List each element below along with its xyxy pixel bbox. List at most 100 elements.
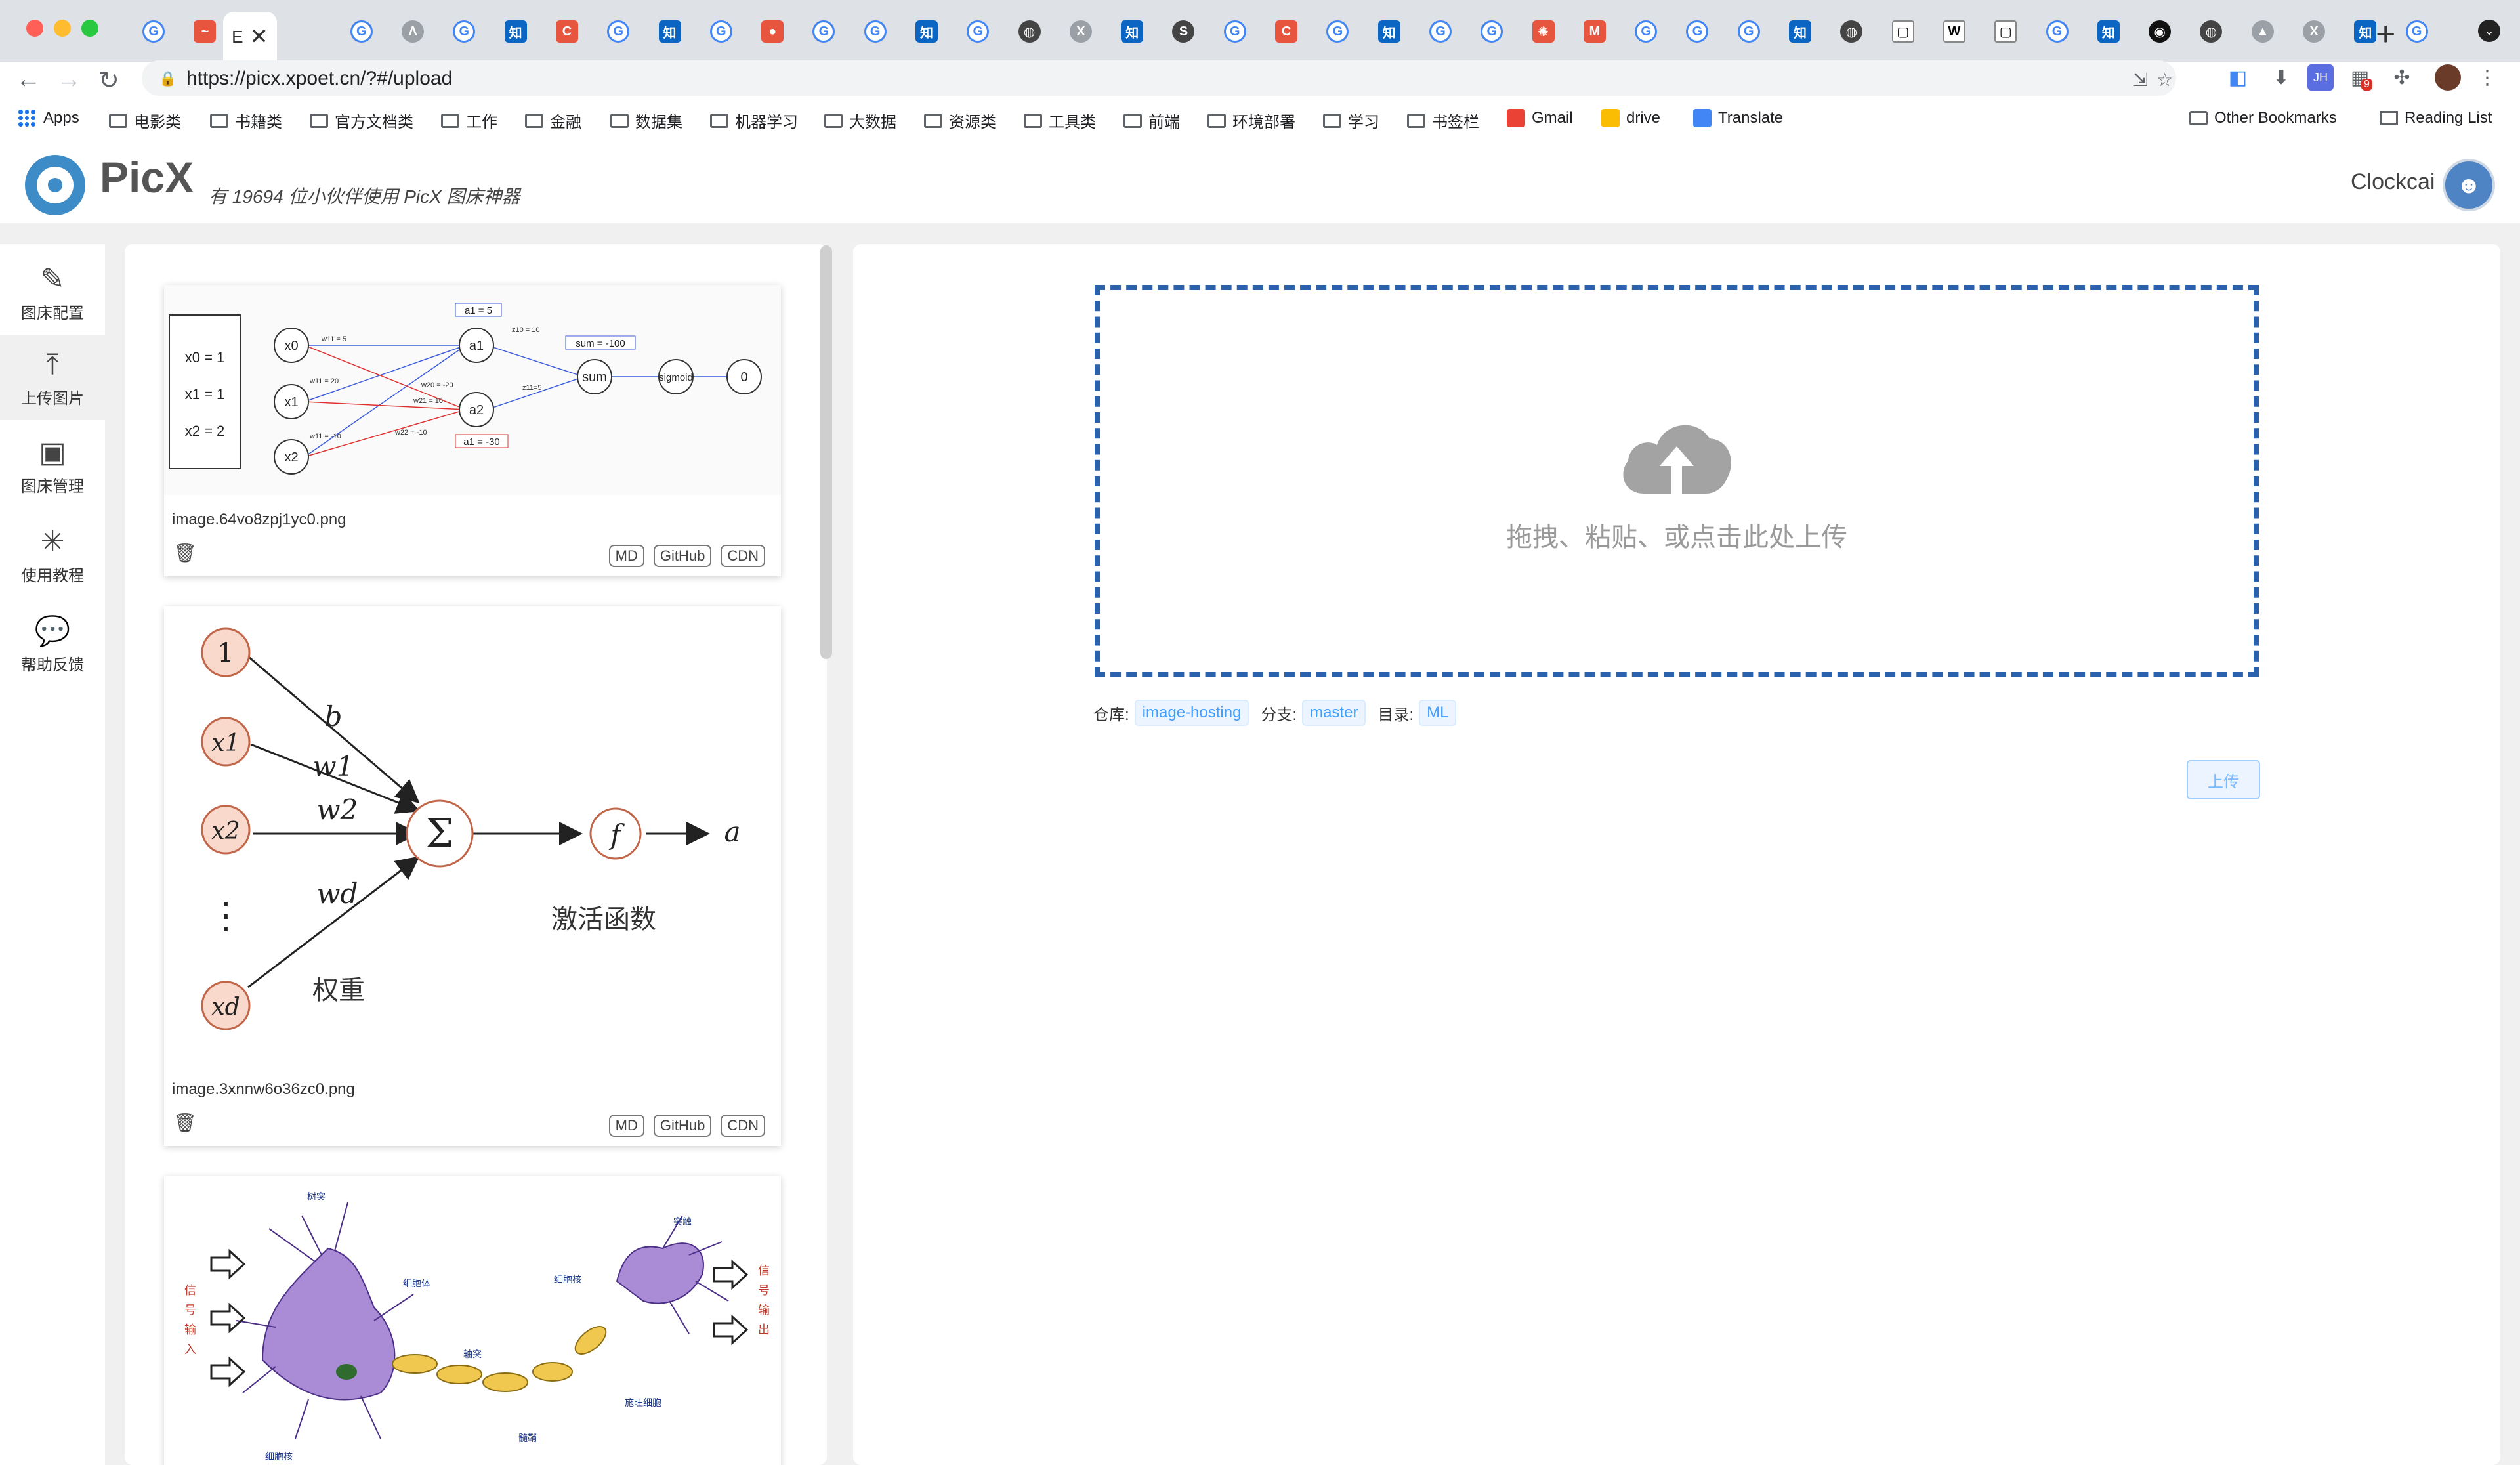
sidebar-item-tutorial[interactable]: ✳ 使用教程 (0, 512, 105, 597)
tab[interactable]: ◍ (1826, 17, 1877, 46)
sidebar-item-image-hosting-config[interactable]: ✎ 图床配置 (0, 249, 105, 335)
upload-button[interactable]: 上传 (2187, 760, 2260, 799)
bookmark-folder[interactable]: 前端 (1124, 109, 1180, 132)
bookmark-gmail[interactable]: Gmail (1507, 109, 1573, 127)
active-tab[interactable]: E ✕ (223, 12, 277, 62)
tab[interactable]: G (798, 17, 849, 46)
address-bar[interactable]: 🔒 https://picx.xpoet.cn/?#/upload ⇲ ☆ (142, 60, 2176, 96)
tab[interactable]: X (2288, 17, 2340, 46)
bookmark-folder[interactable]: 金融 (525, 109, 581, 132)
puzzle-icon[interactable]: ✣ (2389, 64, 2415, 91)
bookmark-drive[interactable]: drive (1601, 109, 1660, 127)
trash-icon[interactable]: 🗑 (173, 542, 197, 564)
tab[interactable]: G (1671, 17, 1723, 46)
jh-extension-icon[interactable]: JH (2307, 64, 2334, 91)
picx-logo-icon[interactable] (25, 155, 85, 215)
tab[interactable]: X (1055, 17, 1106, 46)
tab[interactable]: ✺ (1517, 17, 1568, 46)
tab[interactable]: 知 (644, 17, 695, 46)
bookmark-star-icon[interactable]: ☆ (2156, 69, 2173, 91)
tab[interactable]: G (2391, 17, 2442, 46)
reading-list[interactable]: Reading List (2380, 109, 2492, 127)
tab[interactable]: G (1209, 17, 1261, 46)
tab[interactable]: ◍ (2185, 17, 2236, 46)
bookmark-folder[interactable]: 资源类 (924, 109, 996, 132)
new-tab-button[interactable]: + (2376, 14, 2395, 54)
tab[interactable]: G (1466, 17, 1517, 46)
tab[interactable]: ▲ (2237, 17, 2288, 46)
bookmark-folder[interactable]: 官方文档类 (310, 109, 413, 132)
trash-icon[interactable]: 🗑 (173, 1112, 197, 1134)
copy-md-button[interactable]: MD (608, 1115, 644, 1137)
tab[interactable]: ▢ (1980, 17, 2031, 46)
bookmark-folder[interactable]: 电影类 (109, 109, 181, 132)
upload-dropzone[interactable]: 拖拽、粘贴、或点击此处上传 (1095, 285, 2259, 677)
tab[interactable]: C (1261, 17, 1312, 46)
image-preview[interactable]: 1 x1 x2 xd b w1 w2 wd Σ f a ⋮ 激活函数 权重 (164, 606, 781, 1066)
bookmark-translate[interactable]: Translate (1693, 109, 1783, 127)
bookmark-folder[interactable]: 环境部署 (1208, 109, 1295, 132)
copy-md-button[interactable]: MD (608, 545, 644, 567)
sidebar-item-feedback[interactable]: 💬 帮助反馈 (0, 601, 105, 687)
tab[interactable]: G (696, 17, 747, 46)
tab[interactable]: G (1620, 17, 1671, 46)
tab[interactable]: ◉ (2134, 17, 2185, 46)
tab[interactable]: 知 (901, 17, 952, 46)
tab[interactable]: ▢ (1878, 17, 1929, 46)
tab[interactable]: G (850, 17, 901, 46)
tab[interactable]: C (541, 17, 593, 46)
extension-icon[interactable]: ▦ 9 (2347, 64, 2373, 91)
tab[interactable]: 知 (2083, 17, 2134, 46)
back-icon[interactable]: ← (16, 66, 41, 94)
tab[interactable]: G (1723, 17, 1774, 46)
tab[interactable]: 知 (490, 17, 541, 46)
tab[interactable]: G (336, 17, 387, 46)
close-window-button[interactable] (26, 20, 43, 37)
tab[interactable]: ◍ (1003, 17, 1055, 46)
translate-extension-icon[interactable]: ◧ (2225, 64, 2251, 91)
tab[interactable]: G (593, 17, 644, 46)
bookmark-folder[interactable]: 工作 (441, 109, 497, 132)
sidebar-item-management[interactable]: ▣ 图床管理 (0, 423, 105, 508)
tab[interactable]: 知 (1774, 17, 1826, 46)
user-avatar[interactable]: ☻ (2443, 159, 2495, 211)
install-app-icon[interactable]: ⇲ (2133, 69, 2148, 91)
copy-cdn-button[interactable]: CDN (721, 545, 765, 567)
tab-search-icon[interactable]: ⌄ (2478, 20, 2500, 42)
tab[interactable]: Ʌ (387, 17, 438, 46)
close-tab-icon[interactable]: ✕ (249, 24, 268, 50)
minimize-window-button[interactable] (54, 20, 71, 37)
reload-icon[interactable]: ↻ (98, 66, 119, 95)
bookmark-folder[interactable]: 大数据 (824, 109, 896, 132)
forward-icon[interactable]: → (56, 66, 81, 94)
bookmark-folder[interactable]: 学习 (1323, 109, 1379, 132)
image-list-scrollbar[interactable] (820, 245, 832, 659)
tab[interactable]: G (1415, 17, 1466, 46)
tab[interactable]: G (1312, 17, 1363, 46)
app-name[interactable]: PicX (100, 152, 194, 202)
tab[interactable]: G (2031, 17, 2082, 46)
bookmark-folder[interactable]: 书籍类 (210, 109, 282, 132)
tab[interactable]: S (1158, 17, 1209, 46)
image-preview[interactable]: 树突 细胞体 轴突 髓鞘 细胞核 突触 细胞核 施旺细胞 信 号 输 入 信 号… (164, 1176, 781, 1465)
tab[interactable]: ● (747, 17, 798, 46)
bookmark-other[interactable]: Other Bookmarks (2189, 109, 2337, 127)
menu-icon[interactable]: ⋮ (2474, 64, 2500, 91)
maximize-window-button[interactable] (81, 20, 98, 37)
bookmark-folder[interactable]: 书签栏 (1407, 109, 1479, 132)
download-icon[interactable]: ⬇ (2268, 64, 2294, 91)
tab[interactable]: M (1569, 17, 1620, 46)
bookmark-folder[interactable]: 数据集 (610, 109, 682, 132)
tab[interactable]: 知 (1106, 17, 1158, 46)
image-preview[interactable]: x0 = 1 x1 = 1 x2 = 2 x0 x1 x2 a1 a2 sum … (164, 285, 781, 495)
copy-github-button[interactable]: GitHub (653, 545, 712, 567)
bookmark-folder[interactable]: 工具类 (1024, 109, 1096, 132)
tab[interactable]: G (128, 17, 179, 46)
bookmark-folder[interactable]: 机器学习 (710, 109, 798, 132)
sidebar-item-upload[interactable]: ⤒ 上传图片 (0, 335, 105, 420)
profile-avatar-icon[interactable] (2435, 64, 2461, 91)
bookmark-apps[interactable]: Apps (18, 109, 79, 127)
username[interactable]: Clockcai (2351, 169, 2435, 195)
copy-cdn-button[interactable]: CDN (721, 1115, 765, 1137)
tab[interactable]: G (438, 17, 490, 46)
